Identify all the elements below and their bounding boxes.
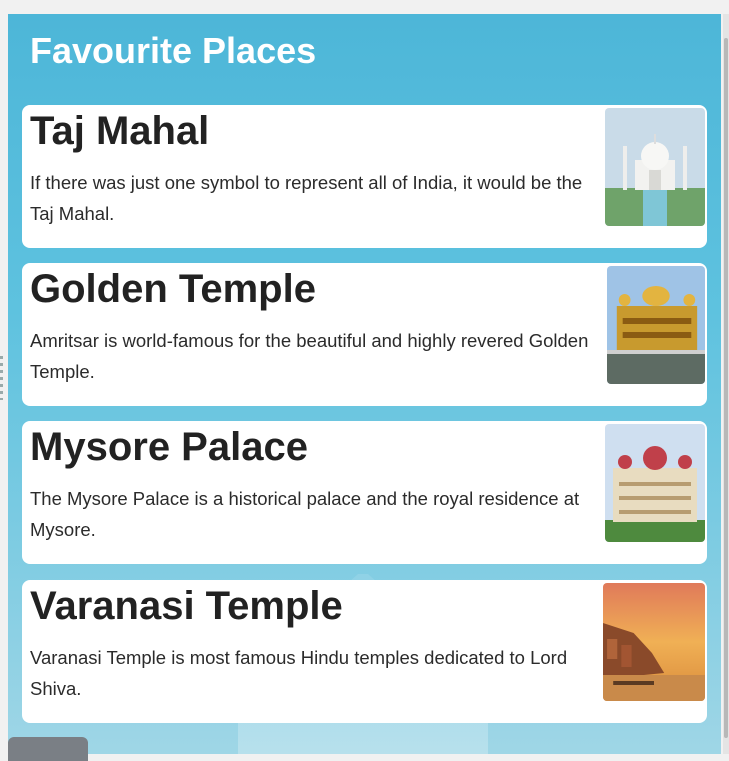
place-name: Varanasi Temple: [30, 584, 343, 628]
place-description: If there was just one symbol to represen…: [30, 172, 583, 224]
resize-grip[interactable]: [0, 356, 3, 400]
place-name: Golden Temple: [30, 267, 316, 311]
place-description: Varanasi Temple is most famous Hindu tem…: [30, 647, 568, 699]
golden-temple-photo: [607, 266, 705, 384]
bottom-tab[interactable]: [8, 737, 88, 761]
varanasi-ghat-photo: [603, 583, 705, 701]
place-card-golden-temple[interactable]: Golden Temple Amritsar is world-famous f…: [22, 263, 707, 406]
place-description: Amritsar is world-famous for the beautif…: [30, 330, 589, 382]
place-description: The Mysore Palace is a historical palace…: [30, 488, 580, 540]
app-frame: Favourite Places Taj Mahal If there was …: [8, 14, 721, 754]
place-name: Mysore Palace: [30, 425, 308, 469]
vertical-scrollbar[interactable]: [723, 14, 729, 754]
place-card-taj-mahal[interactable]: Taj Mahal If there was just one symbol t…: [22, 105, 707, 248]
page-title: Favourite Places: [30, 30, 317, 71]
place-card-varanasi-temple[interactable]: Varanasi Temple Varanasi Temple is most …: [22, 580, 707, 723]
place-name: Taj Mahal: [30, 109, 210, 153]
scrollbar-thumb[interactable]: [724, 38, 728, 738]
taj-mahal-photo: [605, 108, 705, 226]
place-card-mysore-palace[interactable]: Mysore Palace The Mysore Palace is a his…: [22, 421, 707, 564]
mysore-palace-photo: [605, 424, 705, 542]
